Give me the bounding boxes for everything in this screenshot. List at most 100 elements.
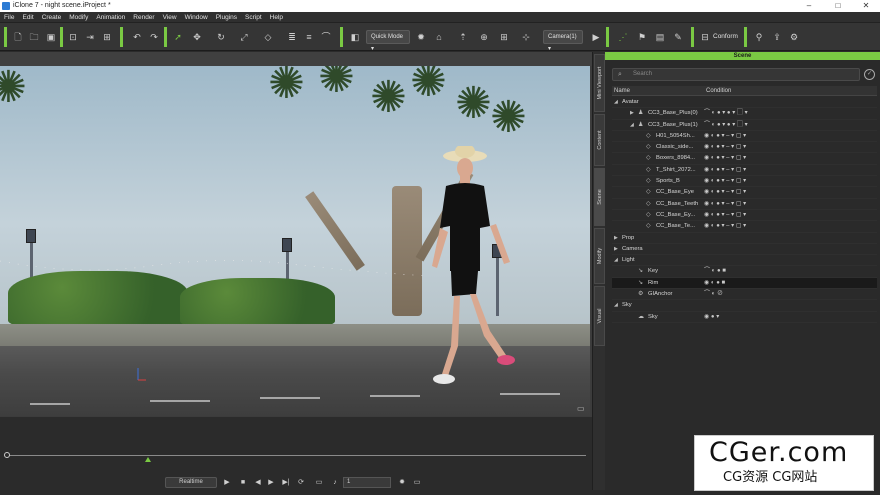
scale-icon[interactable]: ⤢ [238, 31, 250, 43]
select-arrow-icon[interactable]: ➚ [172, 31, 184, 43]
import-icon[interactable]: ⊡ [67, 31, 79, 43]
home-icon[interactable]: ⌂ [433, 31, 445, 43]
tree-row[interactable]: ◇ CC_Base_Eye ◉ ◐ ● ▾ – ▾ ▢ ▾ [612, 187, 877, 199]
tree-row[interactable]: ⚙ GIAnchor ⌒ ◐ ⊘ [612, 289, 877, 301]
snap-icon[interactable]: ◇ [262, 31, 274, 43]
frame-all-icon[interactable]: ⊞ [498, 31, 510, 43]
light-icon[interactable]: ✹ [415, 31, 427, 43]
column-name[interactable]: Name [614, 86, 630, 96]
filter-icon[interactable]: ✓ [864, 69, 875, 80]
expand-arrow-icon[interactable]: ▶ [630, 108, 634, 119]
tree-row[interactable]: ◢ Avatar [612, 97, 877, 109]
maximize-button[interactable]: □ [824, 0, 852, 12]
expand-arrow-icon[interactable]: ◢ [614, 255, 618, 266]
tab-mini-viewport[interactable]: Mini Viewport [594, 54, 605, 112]
tree-row[interactable]: ▶ ♟ CC3_Base_Plus(0) ⌒ ◐ ● ▾ ● ▾ ▢ ▾ [612, 108, 877, 120]
save-icon[interactable]: ▣ [45, 31, 57, 43]
undo-icon[interactable]: ↶ [131, 31, 143, 43]
link-icon[interactable]: ⌒ [320, 31, 332, 43]
tab-content[interactable]: Content [594, 114, 605, 166]
condition-icons[interactable]: ◉ ◐ ● ▾ – ▾ ▢ ▾ [704, 176, 746, 187]
tree-row[interactable]: ◢ ♟ CC3_Base_Plus(1) ⌒ ◐ ● ▾ ● ▾ ▢ ▾ [612, 120, 877, 131]
condition-icons[interactable]: ◉ ◐ ● ■ [704, 278, 725, 289]
stop-icon[interactable]: ■ [238, 476, 248, 490]
tree-row[interactable]: ☁ Sky ◉ ● ▾ [612, 312, 877, 323]
condition-icons[interactable]: ◉ ◐ ● ▾ – ▾ ▢ ▾ [704, 199, 746, 210]
tab-scene[interactable]: Scene [594, 168, 605, 226]
tree-row[interactable]: ▶ Prop [612, 233, 877, 244]
menu-script[interactable]: Script [241, 12, 266, 23]
flag-icon[interactable]: ⚑ [636, 31, 648, 43]
merge-icon[interactable]: ⊞ [101, 31, 113, 43]
tree-row[interactable]: ▶ Camera [612, 244, 877, 256]
tree-row[interactable]: ◇ CC_Base_Ey... ◉ ◐ ● ▾ – ▾ ▢ ▾ [612, 210, 877, 222]
previous-frame-icon[interactable]: ◀ [253, 476, 263, 490]
3d-viewport[interactable]: ✺ ✺ ✺ ✺ ✺ ✺ ✺ ▭ [0, 52, 592, 417]
menu-plugins[interactable]: Plugins [212, 12, 241, 23]
condition-icons[interactable]: ◉ ◐ ● ▾ – ▾ ▢ ▾ [704, 187, 746, 198]
render-icon[interactable]: ⚙ [788, 31, 800, 43]
chat-icon[interactable]: ▭ [577, 404, 585, 413]
condition-icons[interactable]: ⌒ ◐ ● ▾ ● ▾ ▢ ▾ [704, 120, 748, 131]
menu-window[interactable]: Window [181, 12, 212, 23]
play-icon[interactable]: ▶ [222, 476, 232, 490]
loop-icon[interactable]: ⟳ [296, 476, 306, 490]
condition-icons[interactable]: ⌒ ◐ ● ▾ ● ▾ ▢ ▾ [704, 108, 748, 119]
condition-icons[interactable]: ◉ ◐ ● ▾ – ▾ ▢ ▾ [704, 142, 746, 153]
close-button[interactable]: ✕ [852, 0, 880, 12]
tree-row[interactable]: ◇ Sports_B ◉ ◐ ● ▾ – ▾ ▢ ▾ [612, 176, 877, 188]
frame-selected-icon[interactable]: ⊕ [478, 31, 490, 43]
condition-icons[interactable]: ◉ ◐ ● ▾ – ▾ ▢ ▾ [704, 153, 746, 164]
export-fbx-icon[interactable]: ⇪ [771, 31, 783, 43]
condition-icons[interactable]: ⌒ ◐ ⊘ [704, 289, 723, 300]
menu-create[interactable]: Create [38, 12, 66, 23]
tree-row[interactable]: ◢ Light [612, 255, 877, 267]
realtime-dropdown[interactable]: Realtime [165, 477, 217, 488]
expand-arrow-icon[interactable]: ◢ [630, 120, 634, 131]
pen-icon[interactable]: ✎ [672, 31, 684, 43]
tab-visual[interactable]: Visual [594, 286, 605, 346]
condition-icons[interactable]: ◉ ● ▾ [704, 312, 719, 323]
new-file-icon[interactable]: 🗋 [12, 31, 24, 43]
next-frame-icon[interactable]: ▶ [266, 476, 276, 490]
condition-icons[interactable]: ⌒ ◐ ● ■ [704, 266, 726, 277]
export-icon[interactable]: ⇥ [84, 31, 96, 43]
expand-arrow-icon[interactable]: ▶ [614, 233, 618, 244]
fullscreen-icon[interactable]: ▭ [412, 476, 422, 490]
menu-animation[interactable]: Animation [92, 12, 129, 23]
camera-mode-icon[interactable]: ⊹ [520, 31, 532, 43]
distribute-icon[interactable]: ≡ [303, 31, 315, 43]
rotate-icon[interactable]: ↻ [215, 31, 227, 43]
sound-icon[interactable]: ♪ [330, 476, 340, 490]
condition-icons[interactable]: ◉ ◐ ● ▾ – ▾ ▢ ▾ [704, 131, 746, 142]
tree-row[interactable]: ◢ Sky [612, 300, 877, 312]
settings-icon[interactable]: ✹ [397, 476, 407, 490]
tree-row[interactable]: ◇ H01_5054Sh... ◉ ◐ ● ▾ – ▾ ▢ ▾ [612, 131, 877, 143]
scene-render[interactable]: ✺ ✺ ✺ ✺ ✺ ✺ ✺ [0, 66, 590, 416]
menu-file[interactable]: File [0, 12, 18, 23]
frame-input[interactable]: 1 [343, 477, 391, 488]
expand-arrow-icon[interactable]: ▶ [614, 244, 618, 255]
viewport-layout-icon[interactable]: ◧ [349, 31, 361, 43]
search-input[interactable]: ⌕ Search [612, 68, 860, 81]
tree-row[interactable]: ◇ Classic_side... ◉ ◐ ● ▾ – ▾ ▢ ▾ [612, 142, 877, 154]
camera-dropdown[interactable]: Camera(1) ▾ [543, 30, 583, 52]
menu-view[interactable]: View [159, 12, 181, 23]
expand-arrow-icon[interactable]: ◢ [614, 97, 618, 108]
tree-row[interactable]: ↘ Key ⌒ ◐ ● ■ [612, 266, 877, 278]
tree-row[interactable]: ◇ T_Shirt_2072... ◉ ◐ ● ▾ – ▾ ▢ ▾ [612, 165, 877, 177]
tree-row[interactable]: ◇ Boxers_8984... ◉ ◐ ● ▾ – ▾ ▢ ▾ [612, 153, 877, 165]
menu-edit[interactable]: Edit [18, 12, 37, 23]
quick-mode-dropdown[interactable]: Quick Mode ▾ [366, 30, 410, 52]
tree-row[interactable]: ◇ CC_Base_Teeth ◉ ◐ ● ▾ – ▾ ▢ ▾ [612, 199, 877, 210]
move-icon[interactable]: ✥ [191, 31, 203, 43]
pick-parent-icon[interactable]: ⇡ [457, 31, 469, 43]
character-creator-icon[interactable]: ⚲ [753, 31, 765, 43]
expand-arrow-icon[interactable]: ◢ [614, 300, 618, 311]
comment-icon[interactable]: ▭ [314, 476, 324, 490]
align-icon[interactable]: ≣ [286, 31, 298, 43]
minimize-button[interactable]: – [795, 0, 823, 12]
menu-modify[interactable]: Modify [65, 12, 92, 23]
redo-icon[interactable]: ↷ [148, 31, 160, 43]
menu-render[interactable]: Render [129, 12, 158, 23]
